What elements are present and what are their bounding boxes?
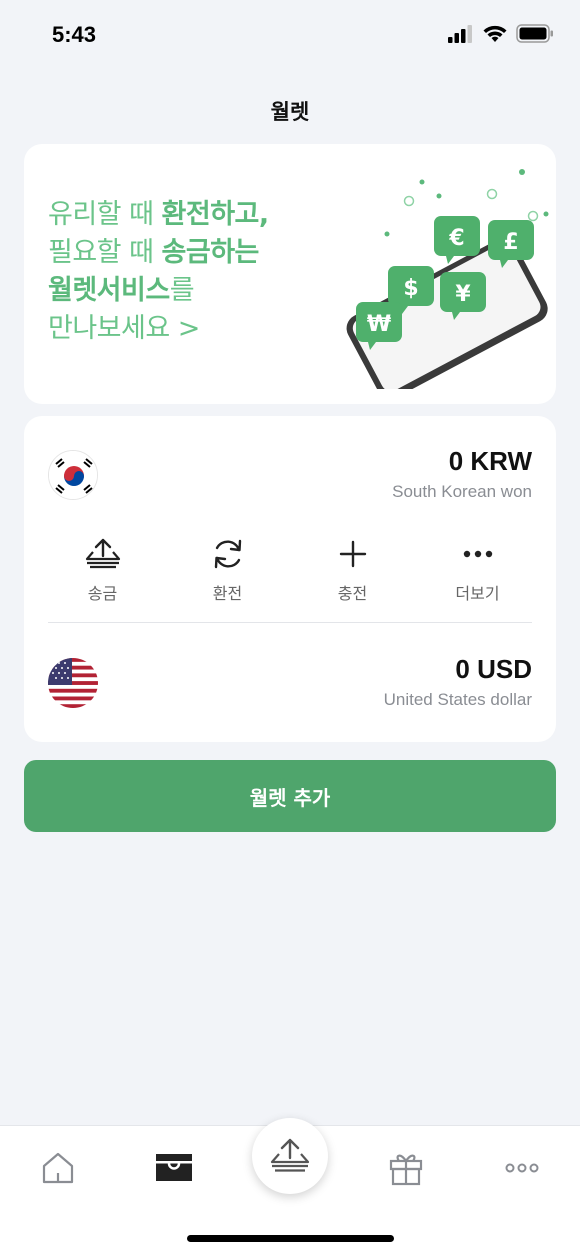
status-time: 5:43 <box>52 22 97 47</box>
usd-currency-name: United States dollar <box>383 690 532 709</box>
status-bar: 5:43 <box>0 0 580 72</box>
send-icon <box>270 1138 310 1172</box>
home-indicator <box>187 1235 394 1242</box>
svg-text:¥: ¥ <box>455 282 471 307</box>
wifi-icon <box>483 25 507 42</box>
wallet-actions: 송금 환전 충전 더보기 <box>40 534 540 604</box>
usd-amount: 0 USD <box>455 654 532 684</box>
united-states-flag-icon <box>48 658 98 708</box>
banner-line-1: 유리할 때 환전하고, <box>48 199 269 230</box>
banner-line-4: 만나보세요 > <box>48 313 200 344</box>
charge-action-button[interactable]: 충전 <box>290 534 415 604</box>
south-korea-flag-icon <box>48 450 98 500</box>
krw-amount: 0 KRW <box>448 446 532 476</box>
plus-icon <box>339 540 366 568</box>
exchange-refresh-icon <box>214 539 241 569</box>
tab-wallet[interactable] <box>144 1148 204 1188</box>
divider <box>48 622 532 623</box>
banner-line-3: 월렛서비스를 <box>48 275 195 306</box>
svg-text:$: $ <box>403 276 418 301</box>
banner-text: 유리할 때 환전하고, 필요할 때 송금하는 월렛서비스를 만나보세요 > <box>48 196 269 348</box>
krw-currency-name: South Korean won <box>392 482 532 501</box>
send-action-button[interactable]: 송금 <box>40 534 165 604</box>
home-icon <box>42 1152 74 1184</box>
gift-icon <box>389 1154 423 1186</box>
exchange-action-button[interactable]: 환전 <box>165 534 290 604</box>
more-action-button[interactable]: 더보기 <box>415 534 540 604</box>
send-tray-icon <box>85 538 120 569</box>
svg-text:£: £ <box>503 230 518 255</box>
page-title: 월렛 <box>270 100 310 124</box>
more-action-label: 더보기 <box>455 584 500 603</box>
exchange-action-label: 환전 <box>212 584 243 603</box>
tab-home[interactable] <box>28 1148 88 1188</box>
svg-text:€: € <box>448 226 464 251</box>
svg-text:₩: ₩ <box>367 312 391 337</box>
battery-icon <box>516 24 553 43</box>
tab-gift[interactable] <box>376 1148 436 1188</box>
phone-currency-illustration: € £ $ ¥ ₩ <box>346 169 549 389</box>
wallet-card: 0 KRW South Korean won 송금 환전 충전 더보기 0 US… <box>24 416 556 742</box>
status-icons <box>448 24 554 43</box>
more-dots-icon <box>463 550 492 558</box>
tab-more[interactable] <box>492 1148 552 1188</box>
add-wallet-button[interactable]: 월렛 추가 <box>24 760 556 832</box>
tab-send[interactable] <box>252 1118 328 1194</box>
send-action-label: 송금 <box>87 584 118 603</box>
cellular-signal-icon <box>448 24 472 43</box>
charge-action-label: 충전 <box>337 584 368 603</box>
banner-line-2: 필요할 때 송금하는 <box>48 237 259 268</box>
wallet-icon <box>156 1154 192 1181</box>
promo-banner[interactable]: 유리할 때 환전하고, 필요할 때 송금하는 월렛서비스를 만나보세요 > € … <box>24 144 556 404</box>
more-icon <box>505 1163 539 1173</box>
